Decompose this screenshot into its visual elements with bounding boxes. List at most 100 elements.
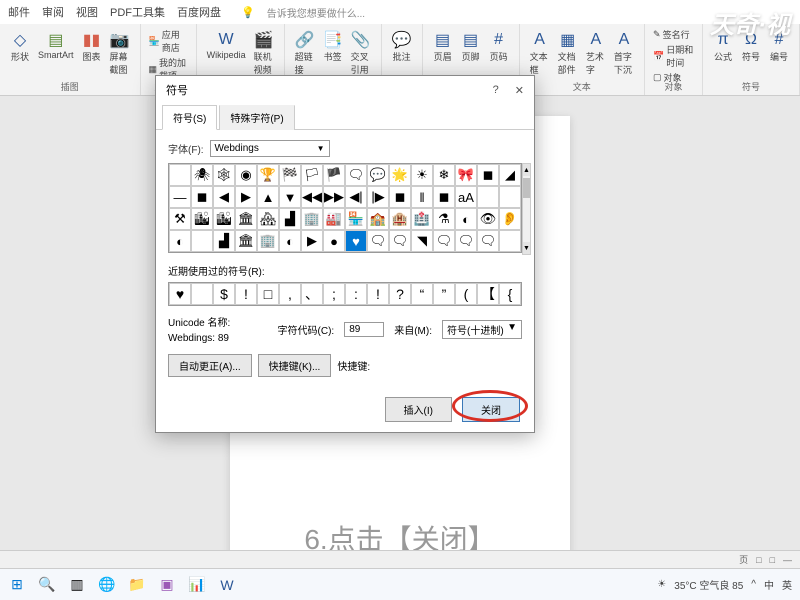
symbol-cell[interactable]: 👁	[477, 208, 499, 230]
symbol-cell[interactable]: 🕷	[191, 164, 213, 186]
symbol-cell[interactable]: ▼	[279, 186, 301, 208]
recent-symbol-cell[interactable]: !	[367, 283, 389, 305]
tab-pdf[interactable]: PDF工具集	[110, 4, 165, 20]
recent-symbol-cell[interactable]: :	[345, 283, 367, 305]
symbol-cell[interactable]	[169, 164, 191, 186]
search-icon[interactable]: 🔍	[38, 576, 56, 594]
recent-symbol-cell[interactable]: ,	[279, 283, 301, 305]
symbol-cell[interactable]	[499, 230, 521, 252]
recent-symbol-cell[interactable]: 、	[301, 283, 323, 305]
hyperlink-button[interactable]: 🔗超链接	[293, 28, 317, 78]
symbol-cell[interactable]	[191, 230, 213, 252]
symbol-cell[interactable]: ☀	[411, 164, 433, 186]
dialog-help-button[interactable]: ?	[493, 84, 499, 97]
symbol-cell[interactable]: 👂	[499, 208, 521, 230]
textbox-button[interactable]: A文本框	[528, 28, 552, 78]
symbol-cell[interactable]: ♥	[345, 230, 367, 252]
symbol-cell[interactable]: 💬	[367, 164, 389, 186]
symbol-cell[interactable]: 🏴	[323, 164, 345, 186]
recent-symbol-cell[interactable]: 【	[477, 283, 499, 305]
symbol-cell[interactable]: 🏫	[367, 208, 389, 230]
symbol-cell[interactable]: 🌟	[389, 164, 411, 186]
tab-baidu[interactable]: 百度网盘	[177, 4, 221, 20]
shapes-button[interactable]: ◇形状	[8, 28, 32, 78]
symbol-cell[interactable]: 🎀	[455, 164, 477, 186]
tab-review[interactable]: 审阅	[42, 4, 64, 20]
symbol-cell[interactable]: ◢	[499, 164, 521, 186]
explorer-icon[interactable]: 📁	[128, 576, 146, 594]
tab-view[interactable]: 视图	[76, 4, 98, 20]
symbol-cell[interactable]: 🏁	[279, 164, 301, 186]
symbol-cell[interactable]: aA	[455, 186, 477, 208]
chart-button[interactable]: ▮▮图表	[80, 28, 104, 78]
recent-symbol-cell[interactable]: “	[411, 283, 433, 305]
weather-icon[interactable]: ☀	[657, 579, 666, 590]
symbol-cell[interactable]: 🏙	[191, 208, 213, 230]
symbol-cell[interactable]: ◐	[279, 230, 301, 252]
dialog-close-button[interactable]: ✕	[515, 84, 524, 97]
symbol-cell[interactable]: 🗨	[455, 230, 477, 252]
symbol-cell[interactable]: ◀	[213, 186, 235, 208]
recent-symbol-cell[interactable]: $	[213, 283, 235, 305]
smartart-button[interactable]: ▤SmartArt	[36, 28, 76, 78]
symbol-cell[interactable]: ⚒	[169, 208, 191, 230]
weather-text[interactable]: 35°C 空气良 85	[674, 577, 743, 592]
status-item[interactable]: □	[770, 555, 775, 565]
crossref-button[interactable]: 📎交叉引用	[349, 28, 373, 78]
video-button[interactable]: 🎬联机视频	[252, 28, 276, 78]
close-button[interactable]: 关闭	[462, 397, 520, 422]
symbol-cell[interactable]: ▶	[235, 186, 257, 208]
pagenum-button[interactable]: #页码	[487, 28, 511, 65]
store-button[interactable]: 🏪 应用商店	[149, 28, 188, 54]
bookmark-button[interactable]: 📑书签	[321, 28, 345, 78]
symbol-cell[interactable]: 🏙	[213, 208, 235, 230]
tab-symbols[interactable]: 符号(S)	[162, 105, 217, 130]
screenshot-button[interactable]: 📷屏幕截图	[108, 28, 132, 78]
symbol-cell[interactable]: ▶▶	[323, 186, 345, 208]
symbol-cell[interactable]: 🏭	[323, 208, 345, 230]
symbol-cell[interactable]: ▟	[279, 208, 301, 230]
symbol-cell[interactable]: 🕸	[213, 164, 235, 186]
recent-symbol-cell[interactable]: ”	[433, 283, 455, 305]
symbol-cell[interactable]: ‖	[411, 186, 433, 208]
status-item[interactable]: —	[783, 555, 792, 565]
quickparts-button[interactable]: ▦文档部件	[556, 28, 580, 78]
symbol-cell[interactable]: 🏘	[257, 208, 279, 230]
symbol-cell[interactable]: 🗨	[389, 230, 411, 252]
app-icon[interactable]: ▣	[158, 576, 176, 594]
symbol-cell[interactable]: ●	[323, 230, 345, 252]
recent-symbol-cell[interactable]: □	[257, 283, 279, 305]
insert-button[interactable]: 插入(I)	[385, 397, 452, 422]
recent-symbol-cell[interactable]: ♥	[169, 283, 191, 305]
recent-symbol-cell[interactable]: {	[499, 283, 521, 305]
symbol-cell[interactable]: 🏛	[235, 208, 257, 230]
recent-symbol-cell[interactable]: (	[455, 283, 477, 305]
scroll-thumb[interactable]	[523, 178, 530, 198]
word-icon[interactable]: W	[218, 576, 236, 594]
symbol-cell[interactable]: ❄	[433, 164, 455, 186]
datetime-button[interactable]: 📅 日期和时间	[653, 43, 694, 69]
recent-symbol-cell[interactable]: !	[235, 283, 257, 305]
symbol-cell[interactable]: ◉	[235, 164, 257, 186]
symbol-cell[interactable]: ◼	[477, 164, 499, 186]
recent-symbol-cell[interactable]	[191, 283, 213, 305]
dropcap-button[interactable]: A首字下沉	[612, 28, 636, 78]
ime-icon[interactable]: 中	[764, 577, 774, 592]
symbol-cell[interactable]: 🏥	[411, 208, 433, 230]
symbol-cell[interactable]: 🏢	[301, 208, 323, 230]
scroll-up-icon[interactable]: ▲	[523, 164, 530, 176]
from-select[interactable]: 符号(十进制)▼	[442, 320, 522, 339]
header-button[interactable]: ▤页眉	[431, 28, 455, 65]
task-view-icon[interactable]: ▥	[68, 576, 86, 594]
tell-me-input[interactable]: 告诉我您想要做什么...	[267, 5, 365, 20]
symbol-cell[interactable]: ◐	[455, 208, 477, 230]
symbol-cell[interactable]: ◥	[411, 230, 433, 252]
symbol-cell[interactable]: 🏪	[345, 208, 367, 230]
symbol-cell[interactable]: —	[169, 186, 191, 208]
scroll-down-icon[interactable]: ▼	[523, 242, 530, 254]
font-select[interactable]: Webdings▼	[210, 140, 330, 157]
edge-icon[interactable]: 🌐	[98, 576, 116, 594]
tab-mail[interactable]: 邮件	[8, 4, 30, 20]
status-item[interactable]: □	[756, 555, 761, 565]
symbol-cell[interactable]: ▟	[213, 230, 235, 252]
